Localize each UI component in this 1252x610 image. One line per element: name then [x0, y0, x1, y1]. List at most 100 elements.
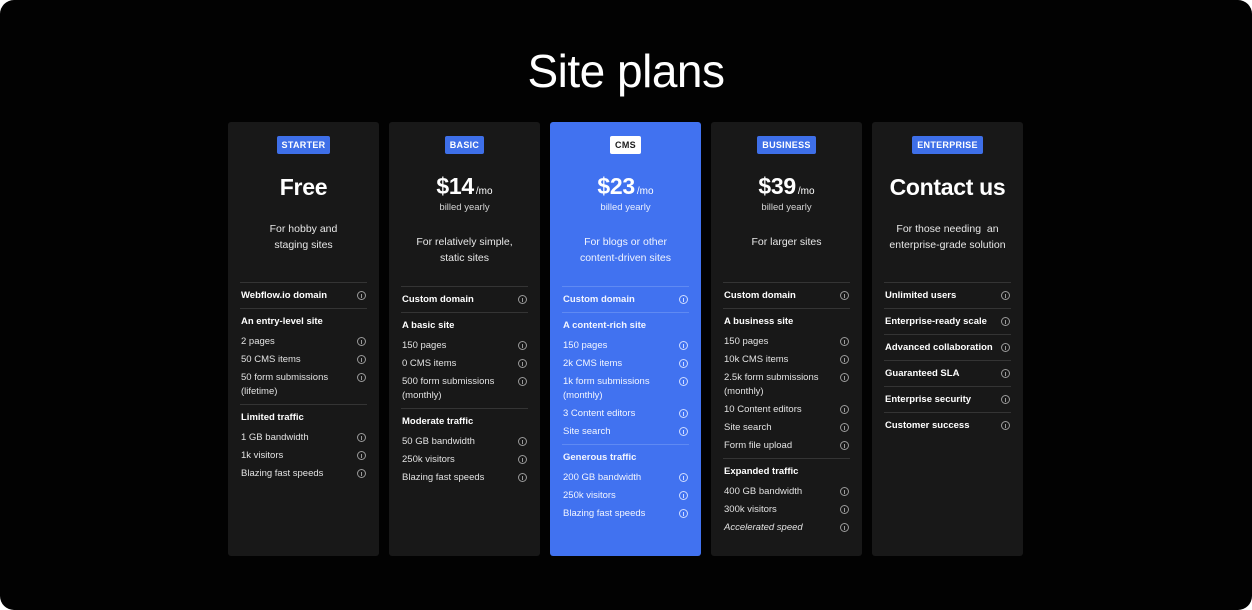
- info-icon[interactable]: [357, 291, 366, 300]
- info-icon[interactable]: [679, 509, 688, 518]
- info-icon[interactable]: [518, 437, 527, 446]
- info-icon[interactable]: [679, 377, 688, 386]
- plan-period: /mo: [797, 186, 815, 197]
- feature-row: Customer success: [884, 413, 1011, 438]
- plan-period: /mo: [636, 186, 654, 197]
- info-icon[interactable]: [840, 405, 849, 414]
- feature-row: Enterprise-ready scale: [884, 309, 1011, 334]
- info-icon[interactable]: [1001, 395, 1010, 404]
- feature-group-header: Generous traffic: [563, 452, 637, 463]
- feature-row: 1 GB bandwidth: [240, 429, 367, 447]
- feature-row: 200 GB bandwidth: [562, 469, 689, 487]
- feature-row: 500 form submissions (monthly): [401, 373, 528, 405]
- page-title: Site plans: [527, 45, 725, 97]
- info-icon[interactable]: [679, 491, 688, 500]
- plan-cards: STARTER Free For hobby and staging sites…: [228, 122, 1023, 556]
- info-icon[interactable]: [679, 409, 688, 418]
- pricing-frame: Site plans STARTER Free For hobby and st…: [0, 0, 1252, 610]
- info-icon[interactable]: [840, 373, 849, 382]
- info-icon[interactable]: [518, 455, 527, 464]
- info-icon[interactable]: [679, 341, 688, 350]
- info-icon[interactable]: [1001, 421, 1010, 430]
- plan-card-enterprise[interactable]: ENTERPRISE Contact us For those needing …: [872, 122, 1023, 556]
- info-icon[interactable]: [840, 441, 849, 450]
- info-icon[interactable]: [679, 359, 688, 368]
- feature-row: Custom domain: [723, 283, 850, 308]
- feature-group-header: Moderate traffic: [402, 416, 474, 427]
- feature-row: 2 pages: [240, 333, 367, 351]
- info-icon[interactable]: [840, 291, 849, 300]
- feature-row: 1k visitors: [240, 447, 367, 465]
- plan-price: $39: [758, 173, 796, 199]
- info-icon[interactable]: [840, 355, 849, 364]
- feature-row: 50 GB bandwidth: [401, 433, 528, 451]
- billing-note: billed yearly: [600, 202, 651, 213]
- plan-description-line: For larger sites: [751, 236, 822, 248]
- info-icon[interactable]: [840, 423, 849, 432]
- info-icon[interactable]: [840, 337, 849, 346]
- plan-description-line: For those needing an: [896, 223, 999, 235]
- info-icon[interactable]: [840, 505, 849, 514]
- info-icon[interactable]: [679, 427, 688, 436]
- info-icon[interactable]: [1001, 343, 1010, 352]
- info-icon[interactable]: [840, 487, 849, 496]
- info-icon[interactable]: [679, 295, 688, 304]
- plan-price: $23: [597, 173, 635, 199]
- feature-row: Custom domain: [401, 287, 528, 312]
- info-icon[interactable]: [518, 295, 527, 304]
- feature-row: 10 Content editors: [723, 401, 850, 419]
- feature-row: Guaranteed SLA: [884, 361, 1011, 386]
- billing-note: billed yearly: [439, 202, 490, 213]
- feature-row: 300k visitors: [723, 501, 850, 519]
- plan-card-cms[interactable]: CMS $23/mo billed yearly For blogs or ot…: [550, 122, 701, 556]
- feature-list: Unlimited users Enterprise-ready scale A…: [884, 282, 1011, 438]
- plan-description-line: For relatively simple,: [416, 236, 513, 248]
- info-icon[interactable]: [1001, 291, 1010, 300]
- info-icon[interactable]: [357, 469, 366, 478]
- plan-badge: CMS: [610, 136, 641, 154]
- feature-row: 1k form submissions (monthly): [562, 373, 689, 405]
- feature-row: 250k visitors: [562, 487, 689, 505]
- info-icon[interactable]: [357, 355, 366, 364]
- plan-price: Free: [279, 174, 328, 200]
- plan-description-line: static sites: [439, 252, 489, 264]
- plan-description-line: enterprise-grade solution: [889, 239, 1006, 251]
- info-icon[interactable]: [840, 523, 849, 532]
- feature-group-header: Limited traffic: [241, 412, 304, 423]
- info-icon[interactable]: [1001, 369, 1010, 378]
- info-icon[interactable]: [679, 473, 688, 482]
- feature-row: 400 GB bandwidth: [723, 483, 850, 501]
- feature-list: Custom domain A basic site 150 pages 0 C…: [401, 286, 528, 487]
- feature-row: 150 pages: [562, 337, 689, 355]
- feature-row: Blazing fast speeds: [562, 505, 689, 523]
- feature-row: 50 form submissions (lifetime): [240, 369, 367, 401]
- feature-row: 50 CMS items: [240, 351, 367, 369]
- plan-badge: STARTER: [276, 136, 331, 154]
- feature-group-header: Expanded traffic: [724, 466, 799, 477]
- info-icon[interactable]: [357, 433, 366, 442]
- info-icon[interactable]: [518, 473, 527, 482]
- feature-row: 3 Content editors: [562, 405, 689, 423]
- feature-row: 150 pages: [723, 333, 850, 351]
- feature-group-header: An entry-level site: [241, 316, 323, 327]
- feature-row: Enterprise security: [884, 387, 1011, 412]
- info-icon[interactable]: [518, 341, 527, 350]
- info-icon[interactable]: [518, 377, 527, 386]
- plan-card-starter[interactable]: STARTER Free For hobby and staging sites…: [228, 122, 379, 556]
- feature-row: Advanced collaboration: [884, 335, 1011, 360]
- plan-badge: BUSINESS: [757, 136, 816, 154]
- info-icon[interactable]: [518, 359, 527, 368]
- info-icon[interactable]: [1001, 317, 1010, 326]
- feature-list: Custom domain A content-rich site 150 pa…: [562, 286, 689, 523]
- info-icon[interactable]: [357, 373, 366, 382]
- feature-row: Site search: [562, 423, 689, 441]
- plan-price: $14: [436, 173, 474, 199]
- feature-row: Site search: [723, 419, 850, 437]
- info-icon[interactable]: [357, 451, 366, 460]
- plan-card-basic[interactable]: BASIC $14/mo billed yearly For relativel…: [389, 122, 540, 556]
- feature-group-header: A basic site: [402, 320, 455, 331]
- feature-row: 2k CMS items: [562, 355, 689, 373]
- info-icon[interactable]: [357, 337, 366, 346]
- plan-card-business[interactable]: BUSINESS $39/mo billed yearly For larger…: [711, 122, 862, 556]
- plan-badge: BASIC: [444, 136, 485, 154]
